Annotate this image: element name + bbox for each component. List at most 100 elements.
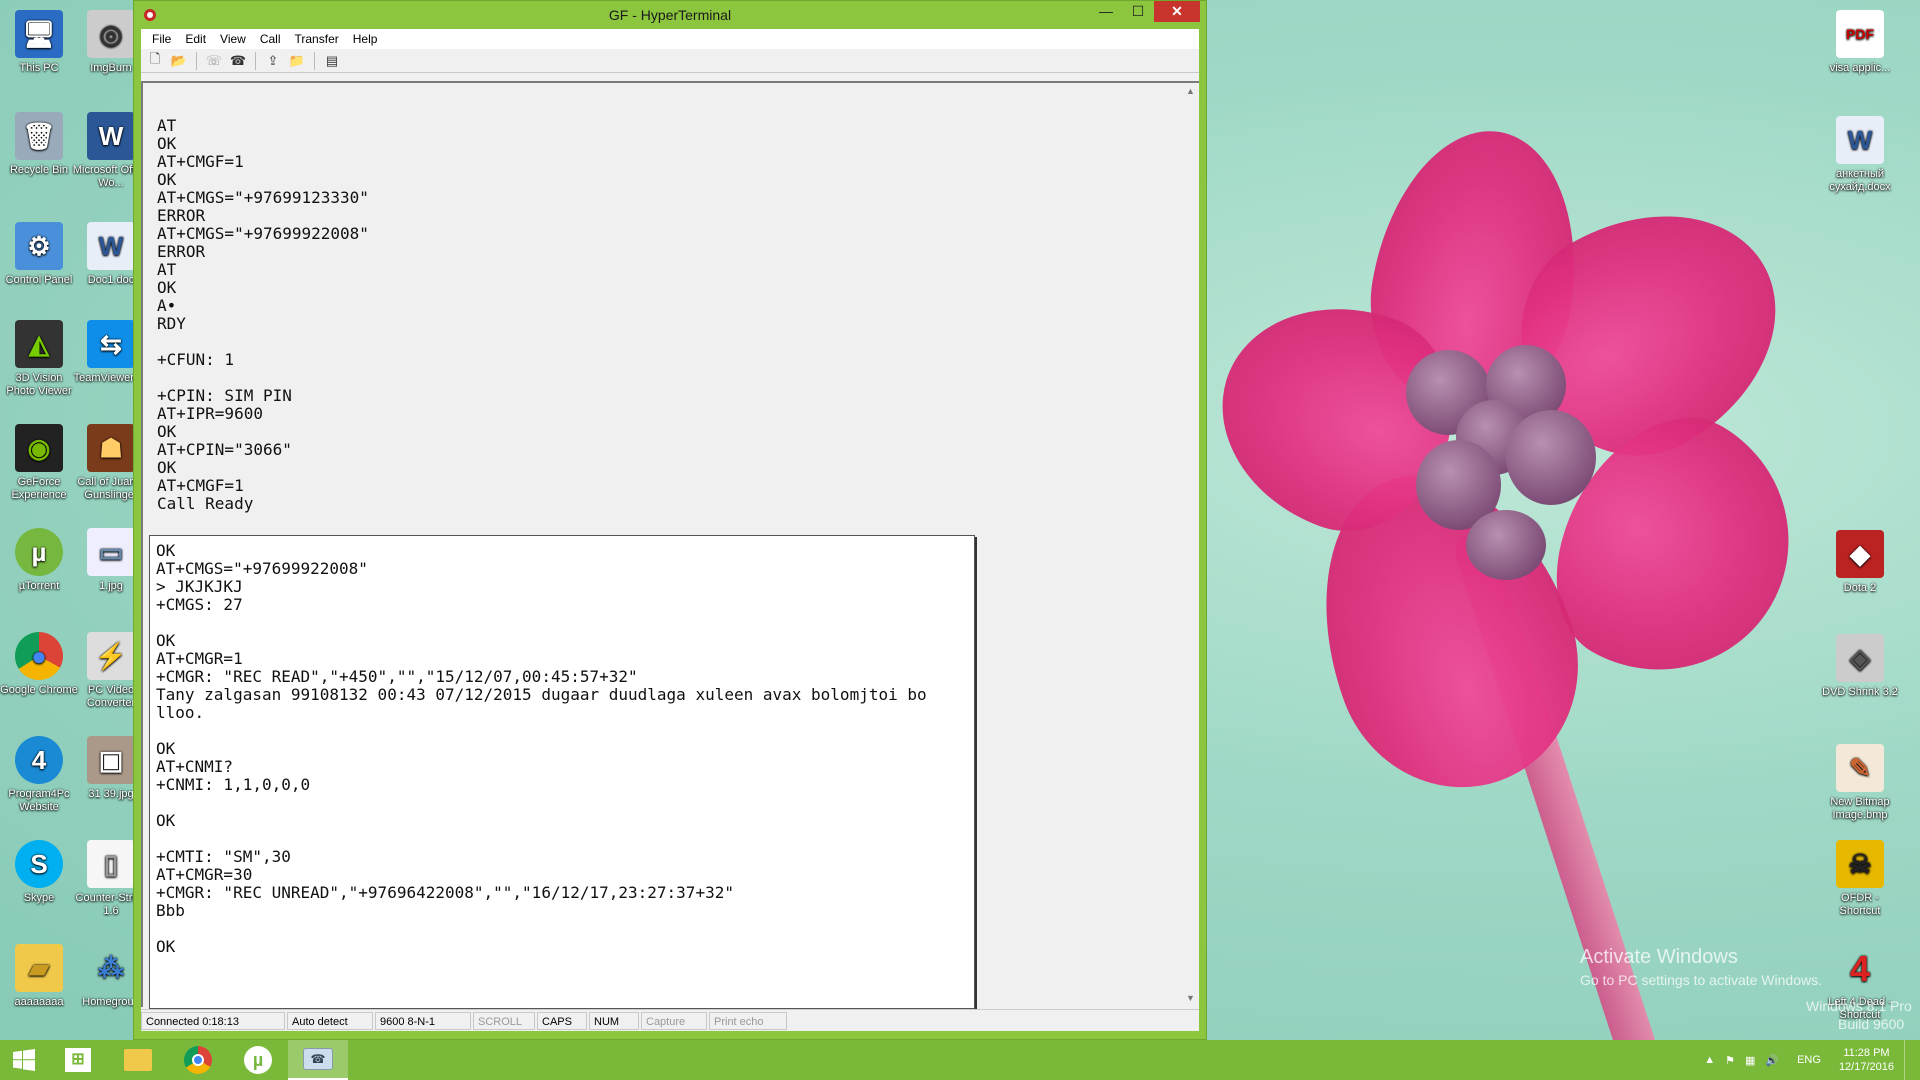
scroll-down-arrow-icon[interactable]: ▼ bbox=[1182, 990, 1199, 1007]
volume-icon[interactable]: 🔊 bbox=[1765, 1054, 1779, 1067]
video-converter-icon: ⚡ bbox=[87, 632, 135, 680]
system-tray: ▲ ⚑ ▦ 🔊 ENG 11:28 PM 12/17/2016 bbox=[1704, 1040, 1910, 1080]
desktop-icon-ofdr[interactable]: ☠ OFDR - Shortcut bbox=[1821, 840, 1899, 918]
taskbar-store[interactable]: ⊞ bbox=[48, 1040, 108, 1080]
chrome-icon bbox=[184, 1046, 212, 1074]
hyperterminal-icon: ☎ bbox=[303, 1048, 333, 1070]
desktop-icon-control-panel[interactable]: ⚙ Control Panel bbox=[0, 222, 78, 287]
desktop-icon-label: анкетный сухайд.docx bbox=[1829, 168, 1891, 193]
desktop-icon-label: Doc1.doc bbox=[87, 274, 135, 286]
desktop-icon-recycle-bin[interactable]: 🗑 Recycle Bin bbox=[0, 112, 78, 177]
close-button[interactable]: ✕ bbox=[1154, 1, 1200, 22]
desktop-icon-label: 1.jpg bbox=[99, 580, 123, 592]
clock-time: 11:28 PM bbox=[1843, 1047, 1890, 1059]
homegroup-icon: ⁂ bbox=[98, 952, 124, 983]
desktop-icon-label: µTorrent bbox=[18, 580, 60, 592]
taskbar-file-explorer[interactable] bbox=[108, 1040, 168, 1080]
file-icon: ▯ bbox=[87, 840, 135, 888]
taskbar-utorrent[interactable]: µ bbox=[228, 1040, 288, 1080]
status-num: NUM bbox=[589, 1011, 639, 1030]
network-icon[interactable]: ▦ bbox=[1745, 1054, 1755, 1067]
clock-date: 12/17/2016 bbox=[1838, 1061, 1894, 1073]
desktop-icon-label: Control Panel bbox=[5, 274, 73, 286]
store-icon: ⊞ bbox=[65, 1048, 91, 1072]
game-icon: ☗ bbox=[87, 424, 135, 472]
desktop-icon-geforce[interactable]: ◉ GeForce Experience bbox=[0, 424, 78, 502]
desktop-icon-visa-pdf[interactable]: PDF visa applic... bbox=[1821, 10, 1899, 75]
menu-edit[interactable]: Edit bbox=[178, 32, 213, 46]
activate-windows-title: Activate Windows bbox=[1580, 946, 1738, 968]
terminal-overlay-panel[interactable]: OK AT+CMGS="+97699922008" > JKJKJKJ +CMG… bbox=[149, 535, 975, 1009]
desktop-icon-utorrent[interactable]: µ µTorrent bbox=[0, 528, 78, 593]
desktop-icon-label: 3D Vision Photo Viewer bbox=[6, 372, 72, 397]
connect-icon[interactable]: ☎ bbox=[228, 51, 248, 71]
desktop-icon-bitmap[interactable]: ✎ New Bitmap Image.bmp bbox=[1821, 744, 1899, 822]
taskbar-hyperterminal[interactable]: ☎ bbox=[288, 1040, 348, 1080]
tray-overflow-icon[interactable]: ▲ bbox=[1704, 1054, 1715, 1066]
desktop-icon-program4pc[interactable]: 4 Program4Pc Website bbox=[0, 736, 78, 814]
toolbar-separator bbox=[255, 51, 256, 70]
start-button[interactable] bbox=[0, 1040, 48, 1080]
chrome-icon: ● bbox=[15, 632, 63, 680]
properties-icon[interactable]: ▤ bbox=[322, 51, 342, 71]
desktop-wallpaper bbox=[1206, 0, 1920, 1040]
teamviewer-icon: ⇆ bbox=[87, 320, 135, 368]
vertical-scrollbar[interactable]: ▲ ▼ bbox=[1182, 83, 1199, 1007]
status-capture: Capture bbox=[641, 1011, 707, 1030]
desktop-icon-3d-vision[interactable]: ◭ 3D Vision Photo Viewer bbox=[0, 320, 78, 398]
utorrent-icon: µ bbox=[244, 1046, 272, 1074]
status-connected: Connected 0:18:13 bbox=[141, 1011, 285, 1030]
disconnect-icon[interactable]: ☏ bbox=[204, 51, 224, 71]
receive-icon[interactable]: 📁 bbox=[287, 51, 307, 71]
3d-vision-icon: ◭ bbox=[15, 320, 63, 368]
activate-windows-subtitle: Go to PC settings to activate Windows. bbox=[1580, 972, 1822, 988]
desktop-icon-this-pc[interactable]: 🖥 This PC bbox=[0, 10, 78, 75]
word-document-icon: W bbox=[1836, 116, 1884, 164]
menu-transfer[interactable]: Transfer bbox=[288, 32, 346, 46]
desktop-icon-skype[interactable]: S Skype bbox=[0, 840, 78, 905]
program4pc-icon: 4 bbox=[15, 736, 63, 784]
terminal-area[interactable]: AT OK AT+CMGF=1 OK AT+CMGS="+97699123330… bbox=[141, 81, 1199, 1009]
windows-build: Build 9600 bbox=[1838, 1016, 1905, 1032]
hyperterminal-window: GF - HyperTerminal — ☐ ✕ File Edit View … bbox=[133, 0, 1207, 1040]
image-file-icon: ▭ bbox=[87, 528, 135, 576]
desktop-icon-dota2[interactable]: ◆ Dota 2 bbox=[1821, 530, 1899, 595]
taskbar-chrome[interactable] bbox=[168, 1040, 228, 1080]
action-center-icon[interactable]: ⚑ bbox=[1725, 1054, 1735, 1067]
desktop-icon-label: Skype bbox=[23, 892, 55, 904]
input-language[interactable]: ENG bbox=[1797, 1054, 1821, 1066]
show-desktop-button[interactable] bbox=[1904, 1040, 1910, 1080]
desktop-icon-folder[interactable]: ▰ aaaaaaaa bbox=[0, 944, 78, 1009]
desktop-icon-label: Program4Pc Website bbox=[8, 788, 70, 813]
utorrent-icon: µ bbox=[15, 528, 63, 576]
image-file-icon: ▣ bbox=[87, 736, 135, 784]
windows-edition: Windows 8.1 Pro bbox=[1806, 998, 1912, 1014]
toolbar-separator bbox=[314, 51, 315, 70]
terminal-output: AT OK AT+CMGF=1 OK AT+CMGS="+97699123330… bbox=[157, 116, 369, 513]
menu-file[interactable]: File bbox=[145, 32, 178, 46]
scroll-up-arrow-icon[interactable]: ▲ bbox=[1182, 83, 1199, 100]
maximize-button[interactable]: ☐ bbox=[1122, 1, 1154, 22]
desktop-icon-chrome[interactable]: ● Google Chrome bbox=[0, 632, 78, 697]
minimize-button[interactable]: — bbox=[1090, 1, 1122, 22]
menu-help[interactable]: Help bbox=[346, 32, 385, 46]
terminal-overlay-output: OK AT+CMGS="+97699922008" > JKJKJKJ +CMG… bbox=[156, 541, 927, 956]
send-icon[interactable]: ⇪ bbox=[263, 51, 283, 71]
wallpaper-bud bbox=[1466, 510, 1546, 580]
menu-call[interactable]: Call bbox=[253, 32, 288, 46]
recycle-bin-icon: 🗑 bbox=[15, 112, 63, 160]
word-document-icon: W bbox=[87, 222, 135, 270]
status-bar: Connected 0:18:13 Auto detect 9600 8-N-1… bbox=[141, 1009, 1199, 1031]
status-params: 9600 8-N-1 bbox=[375, 1011, 471, 1030]
window-titlebar[interactable]: GF - HyperTerminal — ☐ ✕ bbox=[134, 1, 1206, 29]
bitmap-icon: ✎ bbox=[1836, 744, 1884, 792]
menu-view[interactable]: View bbox=[213, 32, 253, 46]
system-clock[interactable]: 11:28 PM 12/17/2016 bbox=[1839, 1046, 1894, 1074]
desktop-icon-label: DVD Shrink 3.2 bbox=[1822, 686, 1898, 698]
desktop-icon-docx[interactable]: Wанкетный сухайд.docx bbox=[1821, 116, 1899, 194]
disc-icon: ◎ bbox=[87, 10, 135, 58]
new-file-icon[interactable]: 🗋 bbox=[145, 51, 165, 71]
open-file-icon[interactable]: 📂 bbox=[169, 51, 189, 71]
folder-icon: ▰ bbox=[15, 944, 63, 992]
desktop-icon-dvd-shrink[interactable]: ◈ DVD Shrink 3.2 bbox=[1821, 634, 1899, 699]
